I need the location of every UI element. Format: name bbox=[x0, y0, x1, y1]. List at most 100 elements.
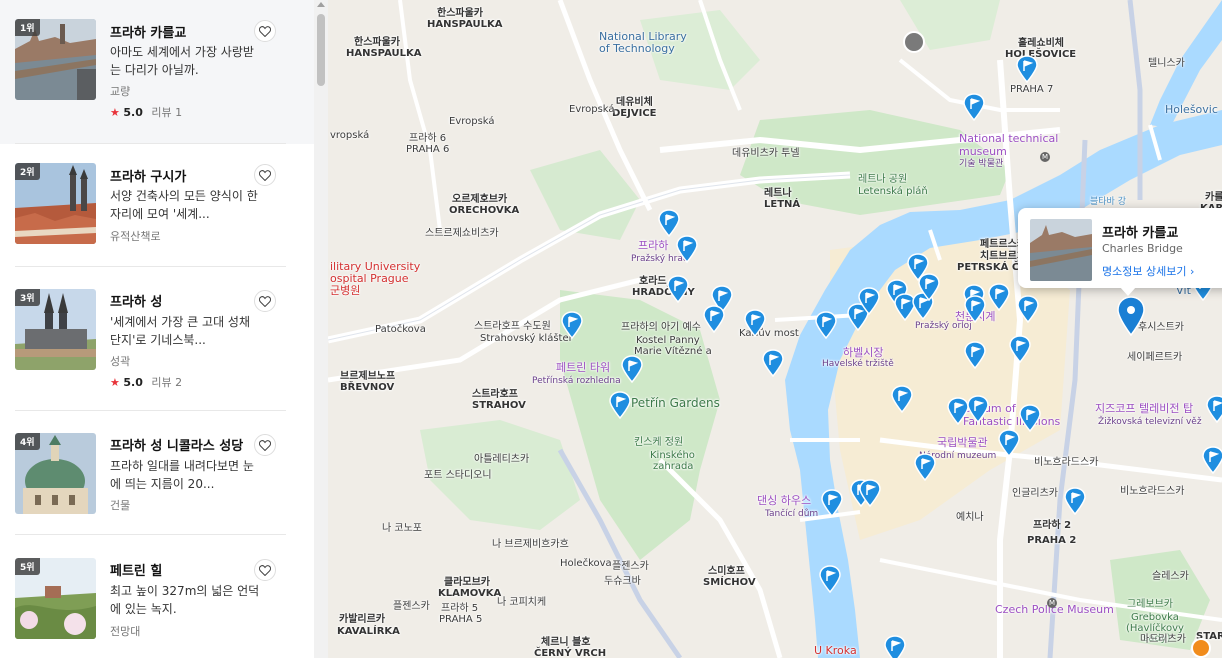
map-label: 스트라호프 수도원 bbox=[474, 321, 551, 332]
attraction-pin-icon[interactable] bbox=[815, 311, 837, 343]
item-title[interactable]: 페트린 힐 bbox=[110, 560, 162, 579]
attraction-pin-icon[interactable] bbox=[821, 489, 843, 521]
attraction-pin-icon[interactable] bbox=[964, 295, 986, 327]
review-count: 리뷰 2 bbox=[151, 376, 183, 389]
map-label: SMÍCHOV bbox=[703, 577, 756, 588]
list-item[interactable]: 4위 프라하 성 니콜라스 성당 프라하 일대를 내려다보면 눈에 띄는 지름이… bbox=[0, 414, 314, 558]
attraction-pin-icon[interactable] bbox=[762, 349, 784, 381]
map-label: Evropská bbox=[449, 116, 495, 127]
attraction-pin-icon[interactable] bbox=[667, 275, 689, 307]
map-label: 비노흐라드스카 bbox=[1120, 486, 1185, 497]
item-title[interactable]: 프라하 성 니콜라스 성당 bbox=[110, 435, 243, 454]
thumbnail-image: 1위 bbox=[15, 19, 96, 100]
map-label: 블타바 강 bbox=[1090, 197, 1126, 207]
thumbnail-image: 4위 bbox=[15, 433, 96, 514]
attraction-pin-icon[interactable] bbox=[609, 391, 631, 423]
place-detail-link[interactable]: 명소정보 상세보기 › bbox=[1102, 263, 1194, 279]
attraction-pin-icon[interactable] bbox=[967, 395, 989, 427]
item-title[interactable]: 프라하 구시가 bbox=[110, 166, 186, 185]
scroll-up-arrow-icon[interactable] bbox=[317, 2, 325, 7]
review-count: 리뷰 1 bbox=[151, 106, 183, 119]
list-item[interactable]: 3위 프라하 성 '세계에서 가장 큰 고대 성채 단지'로 기네스북... 성… bbox=[0, 270, 314, 414]
attraction-pin-icon[interactable] bbox=[907, 253, 929, 285]
heart-icon[interactable] bbox=[254, 20, 276, 42]
attraction-pin-icon[interactable] bbox=[988, 283, 1010, 315]
map-label: 마드리츠카 bbox=[1140, 634, 1186, 645]
item-description: 아마도 세계에서 가장 사랑받는 다리가 아닐까. bbox=[110, 45, 254, 77]
attraction-pin-icon[interactable] bbox=[1019, 404, 1041, 436]
attraction-pin-icon[interactable] bbox=[744, 309, 766, 341]
attraction-pin-icon[interactable] bbox=[1017, 295, 1039, 327]
popup-title: 프라하 카를교 bbox=[1102, 226, 1179, 241]
list-scrollbar[interactable] bbox=[314, 0, 328, 658]
map-label: 텔니스카 bbox=[1148, 58, 1185, 69]
map-label: 스트르제쇼비츠카 bbox=[425, 228, 499, 239]
attraction-pin-icon[interactable] bbox=[914, 453, 936, 485]
map-label: 포트 스타디오니 bbox=[424, 470, 492, 481]
list-item[interactable]: 1위 프라하 카를교 아마도 세계에서 가장 사랑받는 다리가 아닐까. 교량 … bbox=[0, 0, 314, 144]
rank-badge: 2위 bbox=[15, 163, 40, 180]
attraction-pin-icon[interactable] bbox=[676, 235, 698, 267]
map-label: U Kroka bbox=[814, 644, 857, 657]
restaurant-icon[interactable] bbox=[1191, 638, 1211, 658]
map-label: 군병원 bbox=[330, 284, 361, 297]
rank-badge: 1위 bbox=[15, 19, 40, 36]
map-label: 플젠스카 bbox=[393, 601, 430, 612]
attraction-pin-icon[interactable] bbox=[1016, 55, 1038, 87]
attraction-pin-icon[interactable] bbox=[621, 355, 643, 387]
map-label: zahrada bbox=[653, 461, 694, 472]
map-label: National technical bbox=[959, 132, 1059, 145]
attraction-pin-icon[interactable] bbox=[1009, 335, 1031, 367]
attraction-pin-icon[interactable] bbox=[819, 565, 841, 597]
map-label: 나 코노포 bbox=[382, 523, 422, 534]
place-popup[interactable]: 프라하 카를교 Charles Bridge 명소정보 상세보기 › bbox=[1018, 208, 1222, 296]
scrollbar-thumb[interactable] bbox=[317, 14, 325, 86]
popup-pointer bbox=[1120, 287, 1136, 296]
attraction-pin-icon[interactable] bbox=[703, 305, 725, 337]
map-label: 페트린 타워 bbox=[556, 361, 611, 374]
map-label: 인글리츠카 bbox=[1012, 488, 1058, 499]
heart-icon[interactable] bbox=[254, 434, 276, 456]
heart-icon[interactable] bbox=[254, 164, 276, 186]
map-label: 나 코피치케 bbox=[497, 597, 547, 608]
map-label: museum bbox=[959, 145, 1007, 158]
attraction-pin-icon[interactable] bbox=[964, 341, 986, 373]
attraction-pin-icon[interactable] bbox=[858, 287, 880, 319]
attraction-pin-icon[interactable] bbox=[561, 311, 583, 343]
map-label: 나 브르제비흐카흐 bbox=[492, 539, 569, 550]
map-label: PRAHA 6 bbox=[406, 144, 450, 155]
item-title[interactable]: 프라하 성 bbox=[110, 291, 162, 310]
attraction-pin-icon[interactable] bbox=[1064, 487, 1086, 519]
rating-value: 5.0 bbox=[123, 106, 143, 119]
attraction-pin-icon[interactable] bbox=[947, 397, 969, 429]
list-item[interactable]: 5위 페트린 힐 최고 높이 327m의 넓은 언덕에 있는 녹지. 전망대 bbox=[0, 539, 314, 658]
map-label: KLAMOVKA bbox=[438, 588, 502, 599]
item-category: 유적산책로 bbox=[110, 230, 161, 243]
heart-icon[interactable] bbox=[254, 290, 276, 312]
attraction-pin-icon[interactable] bbox=[859, 479, 881, 511]
map-label: Evropská bbox=[569, 104, 615, 115]
map-label: LETNÁ bbox=[764, 199, 801, 210]
attraction-pin-icon[interactable] bbox=[1202, 446, 1222, 478]
attraction-pin-icon[interactable] bbox=[963, 93, 985, 125]
map-label: of Technology bbox=[599, 42, 675, 55]
heart-icon[interactable] bbox=[254, 559, 276, 581]
item-title[interactable]: 프라하 카를교 bbox=[110, 22, 186, 41]
attraction-pin-icon[interactable] bbox=[891, 385, 913, 417]
map-view[interactable]: 한스파울카 HANSPAULKA 한스파울카 HANSPAULKA National L… bbox=[328, 0, 1222, 658]
item-category: 전망대 bbox=[110, 625, 141, 638]
map-label: Holešovic bbox=[1165, 103, 1218, 116]
selected-location-pin[interactable] bbox=[1116, 296, 1146, 337]
map-label: 카발리르카 bbox=[339, 614, 385, 625]
star-icon: ★ bbox=[110, 376, 120, 389]
map-label: 국립박물관 bbox=[937, 436, 988, 449]
map-label: 댄싱 하우스 bbox=[757, 494, 812, 507]
map-label: BŘEVNOV bbox=[340, 382, 395, 393]
library-icon[interactable] bbox=[903, 31, 925, 53]
attraction-pin-icon[interactable] bbox=[1206, 395, 1222, 427]
item-category: 성곽 bbox=[110, 355, 131, 368]
map-label: 비노흐라드스카 bbox=[1034, 457, 1099, 468]
attraction-pin-icon[interactable] bbox=[998, 429, 1020, 461]
map-label: KAVALÍRKA bbox=[337, 626, 400, 637]
attraction-pin-icon[interactable] bbox=[884, 635, 906, 658]
